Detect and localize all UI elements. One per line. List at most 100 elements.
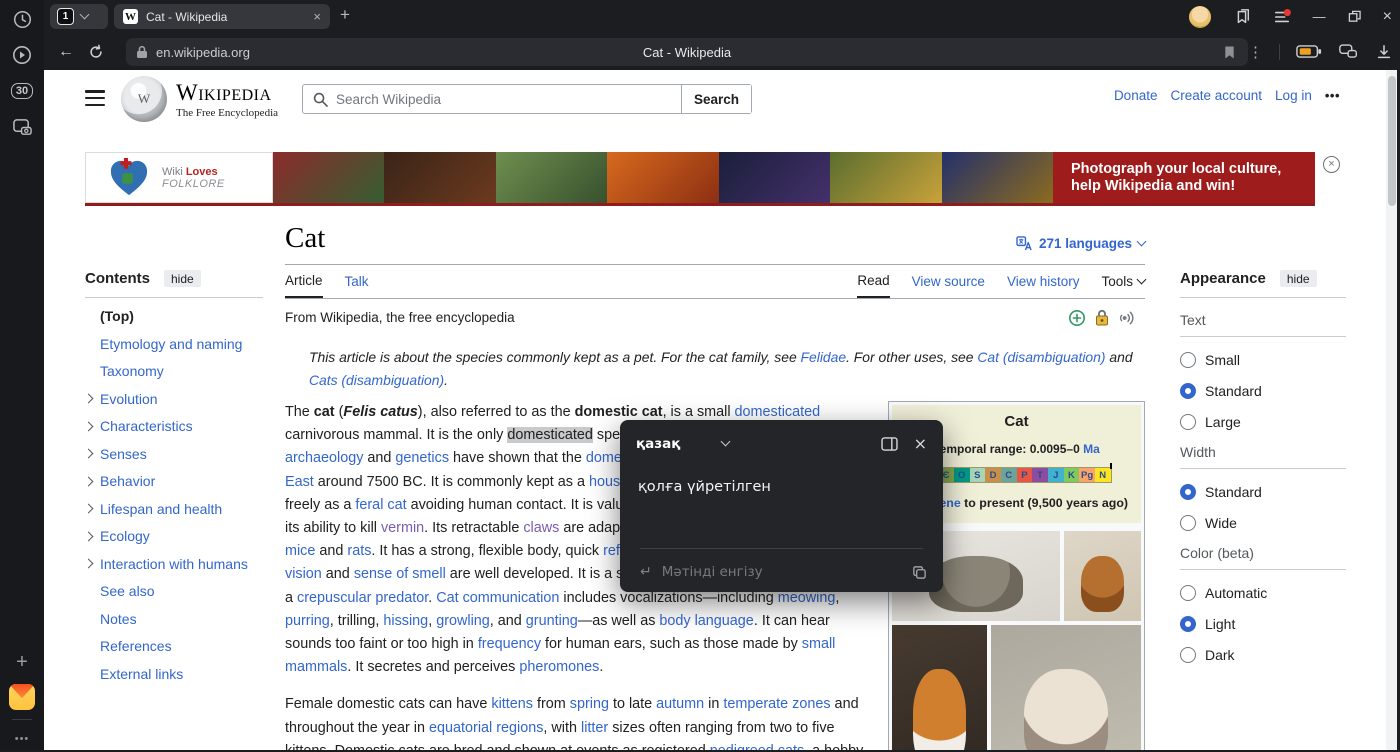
radio-unselected[interactable] [1180,647,1196,663]
tab-view-source[interactable]: View source [912,267,985,298]
toc-link[interactable]: Lifespan and health [100,501,222,517]
wiki-link[interactable]: equatorial regions [429,720,543,736]
extension-tags-icon[interactable] [1338,43,1360,60]
wiki-link[interactable]: spring [570,696,609,712]
wiki-link[interactable]: archaeology [285,450,363,466]
ma-link[interactable]: Ma [1083,442,1100,456]
wiki-link[interactable]: claws [523,520,559,536]
expand-chevron-icon[interactable] [84,476,94,486]
timescale-period-link[interactable]: C [1001,468,1017,482]
wiki-link[interactable]: pheromones [519,659,599,675]
download-icon[interactable] [1376,44,1392,60]
copy-icon[interactable] [912,565,927,580]
toc-link[interactable]: Etymology and naming [100,336,242,352]
wiki-link[interactable]: growling [436,613,490,629]
create-account-link[interactable]: Create account [1170,88,1262,103]
banner-close-icon[interactable]: × [1323,156,1340,173]
site-lock-icon[interactable] [136,45,148,59]
new-tab-icon[interactable]: + [340,5,350,25]
active-tab[interactable]: W Cat - Wikipedia × [114,4,330,29]
cat-photo[interactable] [892,625,987,750]
wikipedia-wordmark[interactable]: Wikipedia The Free Encyclopedia [176,80,278,119]
tab-close-icon[interactable]: × [313,9,321,24]
timescale-period-link[interactable]: K [1064,468,1080,482]
appearance-hide-button[interactable]: hide [1280,270,1317,287]
wiki-link[interactable]: autumn [656,696,704,712]
appearance-option-dark[interactable]: Dark [1180,647,1346,663]
appearance-option-large[interactable]: Large [1180,414,1346,430]
radio-unselected[interactable] [1180,515,1196,531]
wikipedia-globe-logo[interactable]: W [121,76,167,122]
main-menu-icon[interactable] [85,90,105,106]
toc-link[interactable]: Taxonomy [100,363,164,379]
coordinates-add-icon[interactable] [1068,309,1086,327]
profile-avatar[interactable] [1189,6,1211,28]
timescale-period-link[interactable]: O [954,468,970,482]
personal-tools-ellipsis-icon[interactable]: ••• [1325,88,1340,103]
page-scrollbar[interactable] [1386,70,1397,750]
app-menu-icon[interactable] [1273,9,1291,25]
radio-selected[interactable] [1180,616,1196,632]
timescale-period-link[interactable]: D [985,468,1001,482]
appearance-option-standard[interactable]: Standard [1180,383,1346,399]
tab-read[interactable]: Read [857,267,889,298]
sidebar-play-icon[interactable] [9,42,35,68]
radio-unselected[interactable] [1180,352,1196,368]
wiki-link[interactable]: vermin [381,520,424,536]
search-input[interactable] [336,92,681,107]
back-icon[interactable]: ← [58,43,74,61]
minimize-button[interactable]: — [1313,9,1326,24]
expand-chevron-icon[interactable] [84,449,94,459]
appearance-option-light[interactable]: Light [1180,616,1346,632]
tab-article[interactable]: Article [285,267,323,298]
tab-view-history[interactable]: View history [1007,267,1080,298]
wiki-link[interactable]: body language [659,613,753,629]
search-button[interactable]: Search [681,85,751,113]
open-in-sidebar-icon[interactable] [881,437,898,451]
toc-link[interactable]: External links [100,666,183,682]
tab-counter-badge[interactable]: 30 [9,78,35,104]
toc-link[interactable]: Notes [100,611,137,627]
toc-link[interactable]: Evolution [100,391,158,407]
timescale-period-link[interactable]: S [970,468,986,482]
bookmark-icon[interactable] [1223,45,1236,60]
toc-link[interactable]: See also [100,583,154,599]
wiki-link[interactable]: Felidae [801,349,847,365]
tab-talk[interactable]: Talk [345,267,369,298]
radio-selected[interactable] [1180,383,1196,399]
radio-selected[interactable] [1180,484,1196,500]
toc-link[interactable]: Behavior [100,473,155,489]
history-clock-icon[interactable] [9,6,35,32]
wiki-link[interactable]: mice [285,543,315,559]
tab-tools[interactable]: Tools [1101,267,1145,298]
target-language-dropdown[interactable]: қазақ [636,436,729,452]
wiki-link[interactable]: Cat communication [436,590,559,606]
toc-link[interactable]: (Top) [100,308,134,324]
donate-link[interactable]: Donate [1114,88,1158,103]
wiki-link[interactable]: rats [347,543,371,559]
wiki-link[interactable]: Cat (disambiguation) [977,349,1105,365]
wiki-link[interactable]: temperate zones [723,696,830,712]
languages-button[interactable]: 271 languages [1016,236,1145,251]
radio-unselected[interactable] [1180,414,1196,430]
wiki-link[interactable]: genetics [395,450,449,466]
extension-battery-icon[interactable] [1296,44,1322,59]
wiki-link[interactable]: purring [285,613,330,629]
cat-photo[interactable] [991,625,1141,750]
timescale-period-link[interactable]: P [1017,468,1033,482]
banner-cta-text[interactable]: Photograph your local culture, help Wiki… [1053,152,1315,203]
rail-overflow-icon[interactable]: ••• [9,726,35,752]
url-bar[interactable]: en.wikipedia.org Cat - Wikipedia [126,38,1248,66]
wiki-link[interactable]: feral cat [355,497,406,513]
toc-link[interactable]: Ecology [100,528,150,544]
expand-chevron-icon[interactable] [84,394,94,404]
close-window-button[interactable]: × [1383,8,1392,26]
tab-group-pill[interactable]: 1 [50,4,108,29]
translate-input[interactable] [662,564,902,580]
wiki-link[interactable]: hissing [383,613,428,629]
wiki-link[interactable]: Cats (disambiguation) [309,372,444,388]
listen-audio-icon[interactable] [1118,310,1137,326]
wiki-link[interactable]: litter [581,720,608,736]
wiki-link[interactable]: pedigreed cats [710,743,804,750]
restore-button[interactable] [1348,10,1361,23]
